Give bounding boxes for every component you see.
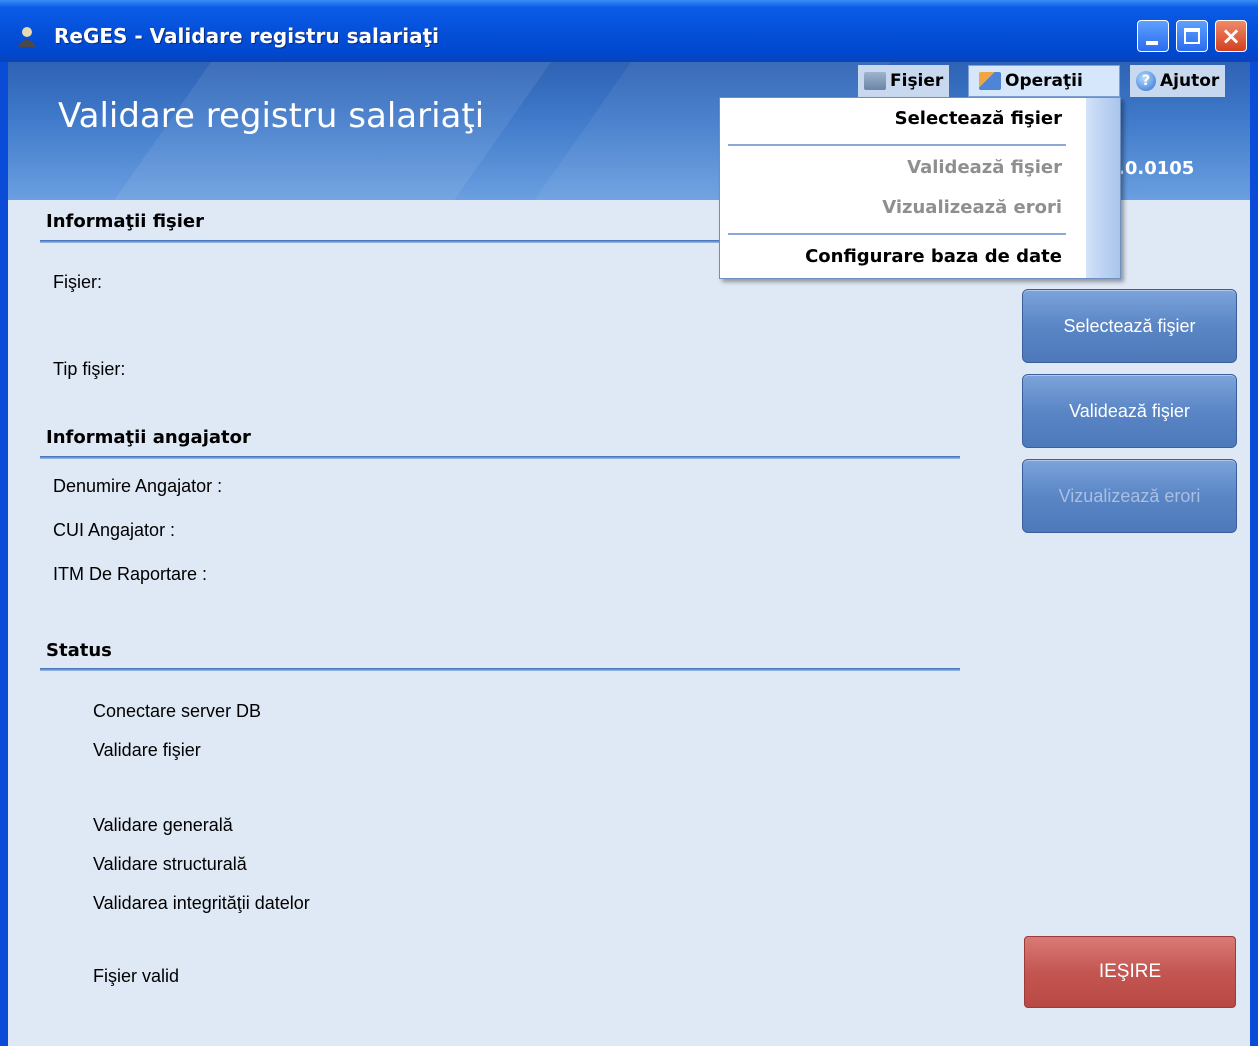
status-item: Conectare server DB <box>93 701 262 721</box>
menu-operatii[interactable]: Operaţii <box>968 65 1120 97</box>
page-title: Validare registru salariaţi <box>58 96 485 136</box>
status-item: Validare fişier <box>93 740 201 760</box>
operations-icon <box>979 72 1001 90</box>
employer-itm-label: ITM De Raportare : <box>53 564 208 584</box>
help-icon: ? <box>1136 71 1156 91</box>
view-errors-button[interactable]: Vizualizează erori <box>1022 459 1237 533</box>
folder-icon <box>864 72 886 90</box>
section-title-status: Status <box>46 640 112 661</box>
file-type-label: Tip fişier: <box>53 359 126 379</box>
status-item: Fişier valid <box>93 966 180 986</box>
status-item: Validare generală <box>93 815 233 835</box>
select-file-button[interactable]: Selectează fişier <box>1022 289 1237 363</box>
menu-item-validate-file[interactable]: Validează fişier <box>907 157 1062 178</box>
file-label: Fişier: <box>53 272 102 292</box>
menu-ajutor[interactable]: ? Ajutor <box>1130 65 1226 97</box>
window-title: ReGES - Validare registru salariaţi <box>54 24 439 48</box>
version-label: .0.0105 <box>1118 158 1195 179</box>
app-icon <box>18 27 36 47</box>
title-bar[interactable]: ReGES - Validare registru salariaţi × <box>0 0 1258 62</box>
menu-label: Operaţii <box>1005 71 1083 91</box>
client-area: Validare registru salariaţi .0.0105 Fişi… <box>8 62 1250 1046</box>
section-divider <box>40 456 960 459</box>
app-window: ReGES - Validare registru salariaţi × Va… <box>0 0 1258 1046</box>
employer-cui-label: CUI Angajator : <box>53 520 176 540</box>
menu-item-configure-database[interactable]: Configurare baza de date <box>805 246 1062 267</box>
maximize-icon <box>1184 28 1200 44</box>
section-divider <box>40 668 960 671</box>
menu-label: Ajutor <box>1160 71 1220 91</box>
close-icon: × <box>1220 22 1242 50</box>
close-button[interactable]: × <box>1215 20 1247 52</box>
menu-fisier[interactable]: Fişier <box>858 65 950 97</box>
menu-separator <box>728 144 1066 146</box>
operations-dropdown-menu: Selectează fişier Validează fişier Vizua… <box>719 97 1121 279</box>
employer-name-label: Denumire Angajator : <box>53 476 223 496</box>
menu-separator <box>728 233 1066 235</box>
validate-file-button[interactable]: Validează fişier <box>1022 374 1237 448</box>
menu-item-view-errors[interactable]: Vizualizează erori <box>882 197 1062 218</box>
status-item: Validare structurală <box>93 854 247 874</box>
maximize-button[interactable] <box>1176 20 1208 52</box>
section-title-employer-info: Informaţii angajator <box>46 427 251 448</box>
status-item: Validarea integrităţii datelor <box>93 893 310 913</box>
exit-button[interactable]: IEŞIRE <box>1024 936 1236 1008</box>
section-title-file-info: Informaţii fişier <box>46 211 205 232</box>
dropdown-side-strip <box>1086 98 1120 278</box>
menu-label: Fişier <box>890 71 944 91</box>
minimize-button[interactable] <box>1137 20 1169 52</box>
menu-item-select-file[interactable]: Selectează fişier <box>895 108 1062 129</box>
minimize-icon <box>1146 41 1158 45</box>
